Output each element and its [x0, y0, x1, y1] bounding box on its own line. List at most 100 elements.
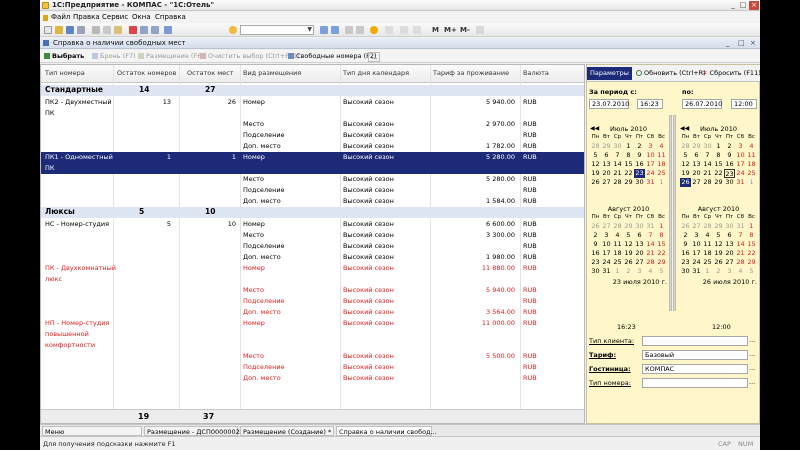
open-icon[interactable] [55, 26, 63, 34]
calendar-day[interactable]: 3 [735, 142, 746, 151]
close-button[interactable]: × [749, 1, 759, 10]
calendar-day[interactable]: 27 [601, 178, 612, 187]
calendar-from-july[interactable]: Июль 2010 ◀◀ Пн Вт Ср Чт Пт Сб Вс 28 29 30 1 2 3 4 5 6 7 8 9… [590, 125, 667, 195]
calendar-day[interactable]: 28 [590, 142, 601, 151]
delete-icon[interactable] [129, 26, 137, 34]
calendar-day[interactable]: 12 [680, 160, 691, 169]
calendar-day[interactable]: 22 [746, 249, 757, 258]
tariff-input[interactable]: Базовый [642, 350, 748, 360]
calendar-day[interactable]: 30 [590, 267, 601, 276]
calendar-day[interactable]: 11 [746, 151, 757, 160]
room-type-select-button[interactable]: ... [749, 378, 755, 386]
calendar-day[interactable]: 4 [645, 267, 656, 276]
find-icon[interactable] [164, 26, 172, 34]
calendar-day[interactable]: 10 [645, 151, 656, 160]
calendar-icon[interactable] [345, 26, 353, 34]
calendar-day[interactable]: 30 [680, 267, 691, 276]
memory-icon[interactable]: M [432, 26, 439, 34]
menu-windows[interactable]: Окна [132, 13, 151, 21]
calendar-day[interactable]: 29 [746, 258, 757, 267]
calendar-day[interactable]: 8 [746, 231, 757, 240]
tab-parameters[interactable]: Параметры [587, 67, 632, 80]
calendar-day[interactable]: 21 [645, 249, 656, 258]
minimize-button[interactable]: _ [728, 1, 738, 10]
calendar-day[interactable]: 24 [735, 169, 746, 178]
calendar-day[interactable]: 19 [590, 169, 601, 178]
doc-close-button[interactable]: × [750, 39, 756, 47]
tariff-select-button[interactable]: ... [749, 350, 755, 358]
calendar-day[interactable]: 1 [612, 267, 623, 276]
calendar-day[interactable]: 18 [746, 160, 757, 169]
calendar-day[interactable]: 17 [691, 249, 702, 258]
calendar-day[interactable]: 24 [691, 258, 702, 267]
time-to-input[interactable]: 12:00 [731, 99, 757, 109]
col-accommodation[interactable]: Вид размещения [243, 69, 301, 77]
table-row[interactable]: Доп. место Высокий сезон 1 782.00 RUB [41, 141, 584, 152]
calendar-day[interactable]: 1 [702, 267, 713, 276]
calendar-day[interactable]: 30 [634, 178, 645, 187]
save-icon[interactable] [66, 26, 74, 34]
calendar-day[interactable]: 28 [680, 142, 691, 151]
calendar-day[interactable]: 10 [601, 240, 612, 249]
calendar-day[interactable]: 1 [656, 178, 667, 187]
table-row[interactable]: Подселение Высокий сезон RUB [41, 130, 584, 141]
calendar-day[interactable]: 5 [623, 231, 634, 240]
menu-app-icon[interactable] [43, 15, 48, 21]
prev-month-icon[interactable]: ◀◀ [680, 125, 689, 132]
calendar-day[interactable]: 16 [590, 249, 601, 258]
table-row[interactable]: Доп. место Высокий сезон 3 564.00 RUB [41, 307, 584, 318]
calendar-day[interactable]: 2 [590, 231, 601, 240]
calendar-day[interactable]: 2 [634, 142, 645, 151]
menu-service[interactable]: Сервис [102, 13, 128, 21]
calendar-day[interactable]: 16 [634, 160, 645, 169]
calendar-day[interactable]: 31 [645, 178, 656, 187]
tile-icon[interactable] [413, 26, 421, 34]
col-room-type[interactable]: Тип номера [45, 69, 85, 77]
memory-add-icon[interactable]: M+ [444, 26, 457, 34]
window-tab-menu[interactable]: Меню [42, 426, 142, 436]
calendar-day[interactable]: 14 [702, 160, 713, 169]
reset-button[interactable]: ✕ Сбросить (F11) [699, 67, 760, 80]
calendar-day[interactable]: 6 [724, 231, 735, 240]
search-next-icon[interactable] [320, 26, 328, 34]
group-row[interactable]: Люксы 5 10 [41, 207, 584, 218]
calendar-day[interactable]: 26 [713, 258, 724, 267]
calendar-day[interactable]: 27 [634, 258, 645, 267]
menu-edit[interactable]: Правка [73, 13, 100, 21]
date-from-input[interactable]: 23.07.2010 [589, 99, 629, 109]
time-from-input[interactable]: 16:23 [637, 99, 663, 109]
calendar-day[interactable]: 18 [656, 160, 667, 169]
table-row[interactable]: Место Высокий сезон 5 280.00 RUB [41, 174, 584, 185]
calendar-day[interactable]: 8 [623, 151, 634, 160]
calendar-day[interactable]: 7 [702, 151, 713, 160]
calendar-day[interactable]: 16 [680, 249, 691, 258]
calendar-day[interactable]: 3 [601, 231, 612, 240]
calendar-day[interactable]: 28 [612, 222, 623, 231]
calendar-day[interactable]: 25 [612, 258, 623, 267]
calendar-day[interactable]: 30 [702, 142, 713, 151]
window-icon[interactable] [385, 26, 393, 34]
calendar-day[interactable]: 22 [713, 169, 724, 178]
table-row[interactable]: ПК - Двухкомнатный Номер Высокий сезон 11 8… [41, 263, 584, 274]
calendar-day[interactable]: 28 [645, 258, 656, 267]
calendar-day[interactable]: 26 [590, 178, 601, 187]
calendar-day[interactable]: 23 [680, 258, 691, 267]
calendar-day[interactable]: 2 [713, 267, 724, 276]
table-row[interactable]: НС - Номер-студия 5 10 Номер Высокий сезон 6 … [41, 219, 584, 230]
menu-help[interactable]: Справка [155, 13, 186, 21]
table-row[interactable]: Подселение Высокий сезон RUB [41, 296, 584, 307]
calendar-day[interactable]: 17 [735, 160, 746, 169]
calendar-day[interactable]: 23 [590, 258, 601, 267]
redo-icon[interactable] [151, 26, 159, 34]
calendar-day[interactable]: 2 [623, 267, 634, 276]
calendar-day[interactable]: 5 [746, 267, 757, 276]
calendar-day[interactable]: 26 [680, 178, 691, 187]
calendar-day[interactable]: 29 [601, 142, 612, 151]
client-type-input[interactable] [642, 336, 748, 346]
calendar-day[interactable]: 9 [680, 240, 691, 249]
calendar-day[interactable]: 31 [691, 267, 702, 276]
clear-selection-button[interactable]: Очистить выбор (Ctrl+F11) [200, 52, 300, 60]
col-tariff[interactable]: Тариф за проживание [433, 69, 509, 77]
calendar-day[interactable]: 21 [612, 169, 623, 178]
calendar-day[interactable]: 17 [645, 160, 656, 169]
